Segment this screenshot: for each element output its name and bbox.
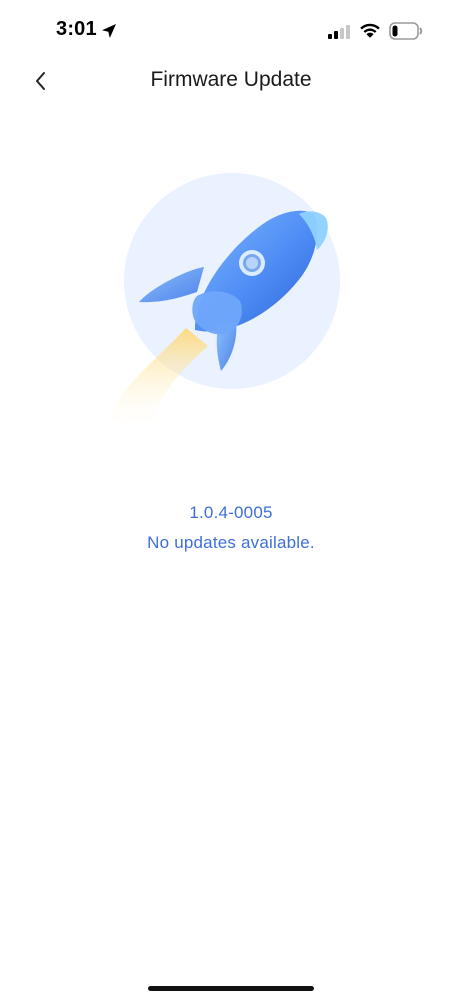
battery-icon — [389, 22, 423, 40]
page-title: Firmware Update — [150, 68, 312, 91]
wifi-icon — [360, 23, 380, 38]
cellular-signal-icon — [328, 25, 350, 39]
firmware-version: 1.0.4-0005 — [189, 503, 273, 522]
navigation-bar: Firmware Update — [0, 60, 462, 104]
update-status: No updates available. — [147, 533, 315, 552]
rocket-illustration — [108, 173, 340, 433]
status-time: 3:01 — [56, 18, 97, 40]
location-arrow-icon — [102, 24, 116, 38]
home-indicator — [148, 986, 314, 991]
status-bar: 3:01 — [0, 0, 462, 60]
